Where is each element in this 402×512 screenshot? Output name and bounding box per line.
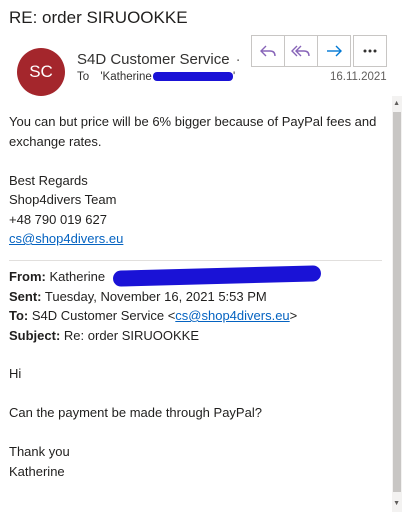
more-actions-button[interactable] [353, 35, 387, 67]
email-date: 16.11.2021 [330, 71, 387, 83]
quoted-name: Katherine [9, 463, 65, 479]
reply-all-icon [291, 45, 310, 57]
to-header-prefix: S4D Customer Service < [31, 308, 176, 323]
quoted-thanks: Thank you [9, 444, 70, 459]
signature-regards: Best Regards [9, 172, 88, 188]
sent-value: Tuesday, November 16, 2021 5:53 PM [44, 288, 267, 304]
recipient-line: To 'Katherine ' [77, 71, 235, 83]
from-value: Katherine [49, 269, 106, 284]
to-header-suffix: > [289, 308, 298, 323]
forward-icon [327, 45, 342, 57]
signature-email-link[interactable]: cs@shop4divers.eu [9, 231, 123, 246]
sender-name-label: S4D Customer Service [77, 51, 230, 68]
reply-button[interactable] [251, 35, 284, 67]
reply-icon [260, 45, 276, 57]
subject-header-value: Re: order SIRUOOKKE [63, 327, 200, 343]
avatar[interactable]: SC [17, 48, 65, 96]
quoted-message: Hi Can the payment be made through PayPa… [9, 364, 262, 481]
sender-name[interactable]: S4D Customer Service · [77, 51, 241, 68]
subject-header-label: Subject: [9, 327, 61, 343]
recipient-close-quote: ' [233, 71, 236, 83]
forward-button[interactable] [317, 35, 351, 67]
email-subject: RE: order SIRUOOKKE [9, 8, 188, 27]
redaction-mark [153, 72, 233, 82]
signature-phone: +48 790 019 627 [9, 211, 107, 227]
sent-label: Sent: [9, 288, 42, 304]
recipient-name[interactable]: 'Katherine [100, 71, 151, 83]
message-actions [251, 35, 351, 67]
to-header-email-link[interactable]: cs@shop4divers.eu [175, 308, 289, 323]
reply-all-button[interactable] [284, 35, 317, 67]
scroll-down-icon[interactable]: ▼ [393, 500, 400, 507]
body-text: You can but price will be 6% bigger beca… [9, 114, 377, 149]
quoted-greeting: Hi [9, 366, 22, 381]
quote-divider [9, 260, 382, 261]
from-label: From: [9, 269, 46, 284]
to-header-label: To: [9, 308, 29, 323]
scroll-up-icon[interactable]: ▲ [393, 100, 400, 107]
avatar-initials: SC [29, 62, 53, 81]
scrollbar-thumb[interactable] [393, 112, 401, 492]
email-body: You can but price will be 6% bigger beca… [9, 112, 389, 249]
to-label: To [77, 71, 90, 83]
more-icon [363, 49, 377, 53]
quoted-question: Can the payment be made through PayPal? [9, 405, 262, 420]
signature-team: Shop4divers Team [9, 192, 117, 207]
sender-dot: · [235, 51, 241, 68]
